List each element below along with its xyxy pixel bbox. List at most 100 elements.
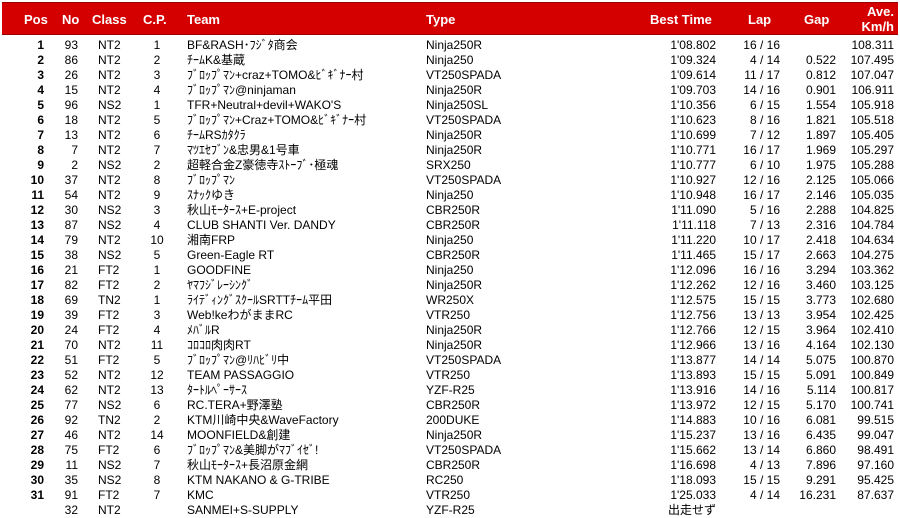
cell-pos: 9: [37, 158, 44, 172]
cell-type: VTR250: [426, 488, 471, 502]
cell-no: 75: [64, 443, 78, 457]
cell-best-time: 1'11.465: [671, 248, 716, 262]
table-row: 31 91 FT2 7 KMC VTR250 1'25.033 4 / 14 1…: [2, 488, 898, 503]
cell-no: 32: [64, 503, 78, 517]
cell-best-time: 1'12.096: [670, 263, 716, 277]
header-class: Class: [92, 12, 127, 27]
cell-ave: 100.741: [850, 398, 894, 412]
header-lap: Lap: [748, 12, 772, 27]
cell-ave: 105.035: [850, 188, 894, 202]
cell-team: ﾏﾂｴｾﾌﾞﾝ&忠男&1号車: [187, 143, 300, 157]
cell-team: CLUB SHANTI Ver. DANDY: [187, 218, 336, 232]
cell-gap: 9.291: [805, 473, 836, 487]
cell-team: ﾌﾞﾛｯﾌﾟﾏﾝ@ﾘﾊﾋﾞﾘ中: [187, 353, 290, 367]
cell-lap: 14 / 16: [743, 83, 780, 97]
table-row: 10 37 NT2 8 ﾌﾞﾛｯﾌﾟﾏﾝ VT250SPADA 1'10.927…: [2, 173, 898, 188]
header-team: Team: [187, 12, 220, 27]
cell-type: 200DUKE: [426, 413, 480, 427]
cell-gap: 7.896: [805, 458, 836, 472]
cell-ave: 106.911: [851, 83, 895, 97]
cell-type: CBR250R: [426, 218, 481, 232]
cell-best-time: 1'11.090: [671, 203, 716, 217]
cell-lap: 12 / 16: [743, 173, 780, 187]
cell-type: WR250X: [426, 293, 475, 307]
cell-type: CBR250R: [426, 248, 481, 262]
cell-class: TN2: [98, 413, 121, 427]
table-row: 20 24 FT2 4 ﾒﾊﾞﾙR Ninja250R 1'12.766 12 …: [2, 323, 898, 338]
cell-pos: 30: [30, 473, 44, 487]
cell-gap: 5.091: [805, 368, 836, 382]
table-row: 32 NT2 SANMEI+S-SUPPLY YZF-R25 出走せず: [2, 503, 898, 518]
cell-gap: 0.901: [805, 83, 836, 97]
cell-no: 54: [64, 188, 78, 202]
cell-pos: 14: [30, 233, 44, 247]
cell-no: 70: [64, 338, 78, 352]
header-best-time: Best Time: [650, 12, 712, 27]
cell-gap: 3.294: [805, 263, 836, 277]
cell-ave: 95.425: [857, 473, 894, 487]
cell-class: NS2: [98, 218, 122, 232]
cell-gap: 2.146: [805, 188, 836, 202]
cell-class: NT2: [98, 188, 121, 202]
cell-team: ﾁｰﾑK&基蔵: [187, 53, 246, 67]
cell-team: KTM川崎中央&WaveFactory: [187, 413, 339, 427]
cell-ave: 105.066: [850, 173, 894, 187]
cell-ave: 108.311: [851, 38, 895, 52]
cell-type: YZF-R25: [426, 383, 475, 397]
cell-best-time: 1'13.972: [670, 398, 716, 412]
cell-gap: 6.860: [805, 443, 836, 457]
cell-no: 69: [64, 293, 78, 307]
cell-team: ﾔﾏﾌｼﾞﾚｰｼﾝｸﾞ: [187, 278, 254, 292]
cell-team: RC.TERA+野澤塾: [187, 398, 283, 412]
cell-cp: 2: [153, 278, 161, 292]
cell-lap: 16 / 17: [743, 143, 780, 157]
cell-class: NS2: [98, 248, 122, 262]
cell-type: Ninja250: [426, 53, 474, 67]
cell-class: NS2: [98, 98, 122, 112]
cell-type: VTR250: [426, 368, 471, 382]
cell-lap: 12 / 15: [743, 398, 780, 412]
cell-type: VT250SPADA: [426, 68, 502, 82]
cell-no: 11: [65, 458, 78, 472]
cell-cp: 11: [150, 338, 164, 352]
cell-team: SANMEI+S-SUPPLY: [187, 503, 299, 517]
cell-team: BF&RASH･ﾌｼﾞﾀ商会: [187, 38, 298, 52]
cell-team: 秋山ﾓｰﾀｰｽ+E-project: [187, 203, 297, 217]
cell-ave: 103.125: [850, 278, 894, 292]
cell-ave: 104.275: [850, 248, 894, 262]
cell-no: 51: [64, 353, 78, 367]
cell-pos: 24: [30, 383, 44, 397]
cell-no: 79: [64, 233, 78, 247]
cell-gap: 2.663: [805, 248, 836, 262]
table-row: 7 13 NT2 6 ﾁｰﾑRSｶﾀｸﾗ Ninja250R 1'10.699 …: [2, 128, 898, 143]
cell-pos: 23: [30, 368, 44, 382]
cell-best-time: 1'10.771: [670, 143, 716, 157]
cell-lap: 11 / 17: [744, 68, 780, 82]
cell-cp: 8: [153, 473, 161, 487]
cell-no: 35: [64, 473, 78, 487]
cell-lap: 13 / 16: [743, 428, 780, 442]
cell-team: KTM NAKANO & G-TRIBE: [187, 473, 330, 487]
cell-lap: 6 / 10: [749, 158, 780, 172]
cell-best-time: 1'12.262: [670, 278, 716, 292]
cell-ave: 107.495: [850, 53, 894, 67]
cell-type: CBR250R: [426, 203, 481, 217]
cell-no: 38: [64, 248, 78, 262]
cell-pos: 27: [30, 428, 44, 442]
cell-no: 96: [64, 98, 78, 112]
cell-ave: 100.849: [850, 368, 894, 382]
cell-lap: 4 / 14: [749, 488, 780, 502]
cell-pos: 15: [30, 248, 44, 262]
cell-class: NS2: [98, 473, 122, 487]
cell-type: Ninja250R: [426, 38, 483, 52]
cell-class: FT2: [98, 488, 120, 502]
cell-class: NT2: [98, 338, 121, 352]
cell-team: 秋山ﾓｰﾀｰｽ+長沼原金網: [187, 458, 309, 472]
cell-ave: 105.518: [850, 113, 894, 127]
cell-cp: 5: [153, 248, 161, 262]
cell-cp: 2: [153, 158, 161, 172]
table-row: 14 79 NT2 10 湘南FRP Ninja250 1'11.220 10 …: [2, 233, 898, 248]
cell-pos: 12: [30, 203, 44, 217]
cell-lap: 16 / 16: [743, 38, 780, 52]
cell-best-time: 1'10.623: [670, 113, 716, 127]
